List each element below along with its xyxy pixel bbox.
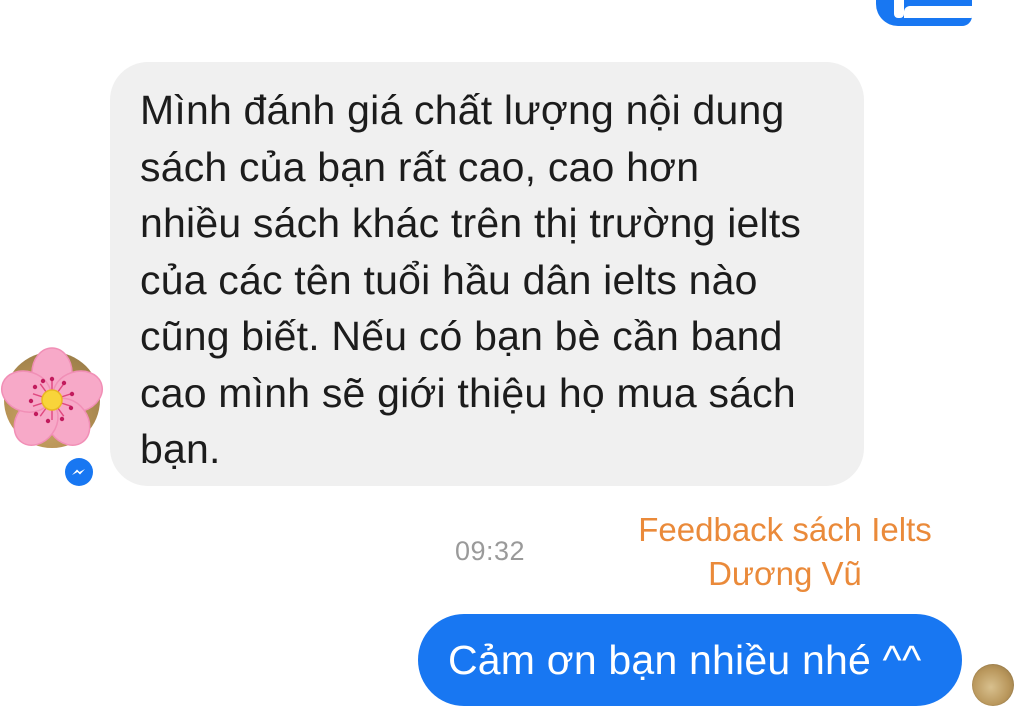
message-timestamp: 09:32 — [455, 536, 526, 566]
messenger-badge — [62, 455, 96, 489]
sent-message-text: Cảm ơn bạn nhiều nhé ^^ — [448, 636, 922, 683]
message-line: cao mình sẽ giới thiệu họ mua sách — [140, 369, 796, 416]
pink-flower-icon — [1, 347, 103, 446]
messenger-icon — [65, 458, 93, 486]
message-line: của các tên tuổi hầu dân ielts nào — [140, 256, 758, 303]
message-line: Mình đánh giá chất lượng nội dung — [140, 87, 785, 133]
feedback-watermark: Feedback sách Ielts Dương Vũ — [590, 508, 980, 596]
message-line: sách của bạn rất cao, cao hơn — [140, 143, 700, 190]
message-line: nhiều sách khác trên thị trường ielts — [140, 200, 802, 246]
received-message-bubble[interactable]: Mình đánh giá chất lượng nội dung sách c… — [110, 62, 864, 486]
sent-message-bubble[interactable]: Cảm ơn bạn nhiều nhé ^^ — [418, 614, 962, 706]
chat-screen: Mình đánh giá chất lượng nội dung sách c… — [0, 0, 1024, 717]
received-message-text: Mình đánh giá chất lượng nội dung sách c… — [140, 82, 834, 478]
watermark-line-1: Feedback sách Ielts — [638, 511, 932, 548]
watermark-line-2: Dương Vũ — [708, 555, 862, 592]
message-line: cũng biết. Nếu có bạn bè cần band — [140, 313, 783, 359]
sender-avatar[interactable] — [1, 347, 103, 448]
sent-message-bubble-partial[interactable] — [876, 0, 972, 26]
message-line: bạn. — [140, 426, 221, 472]
read-receipt-avatar — [972, 664, 1014, 706]
